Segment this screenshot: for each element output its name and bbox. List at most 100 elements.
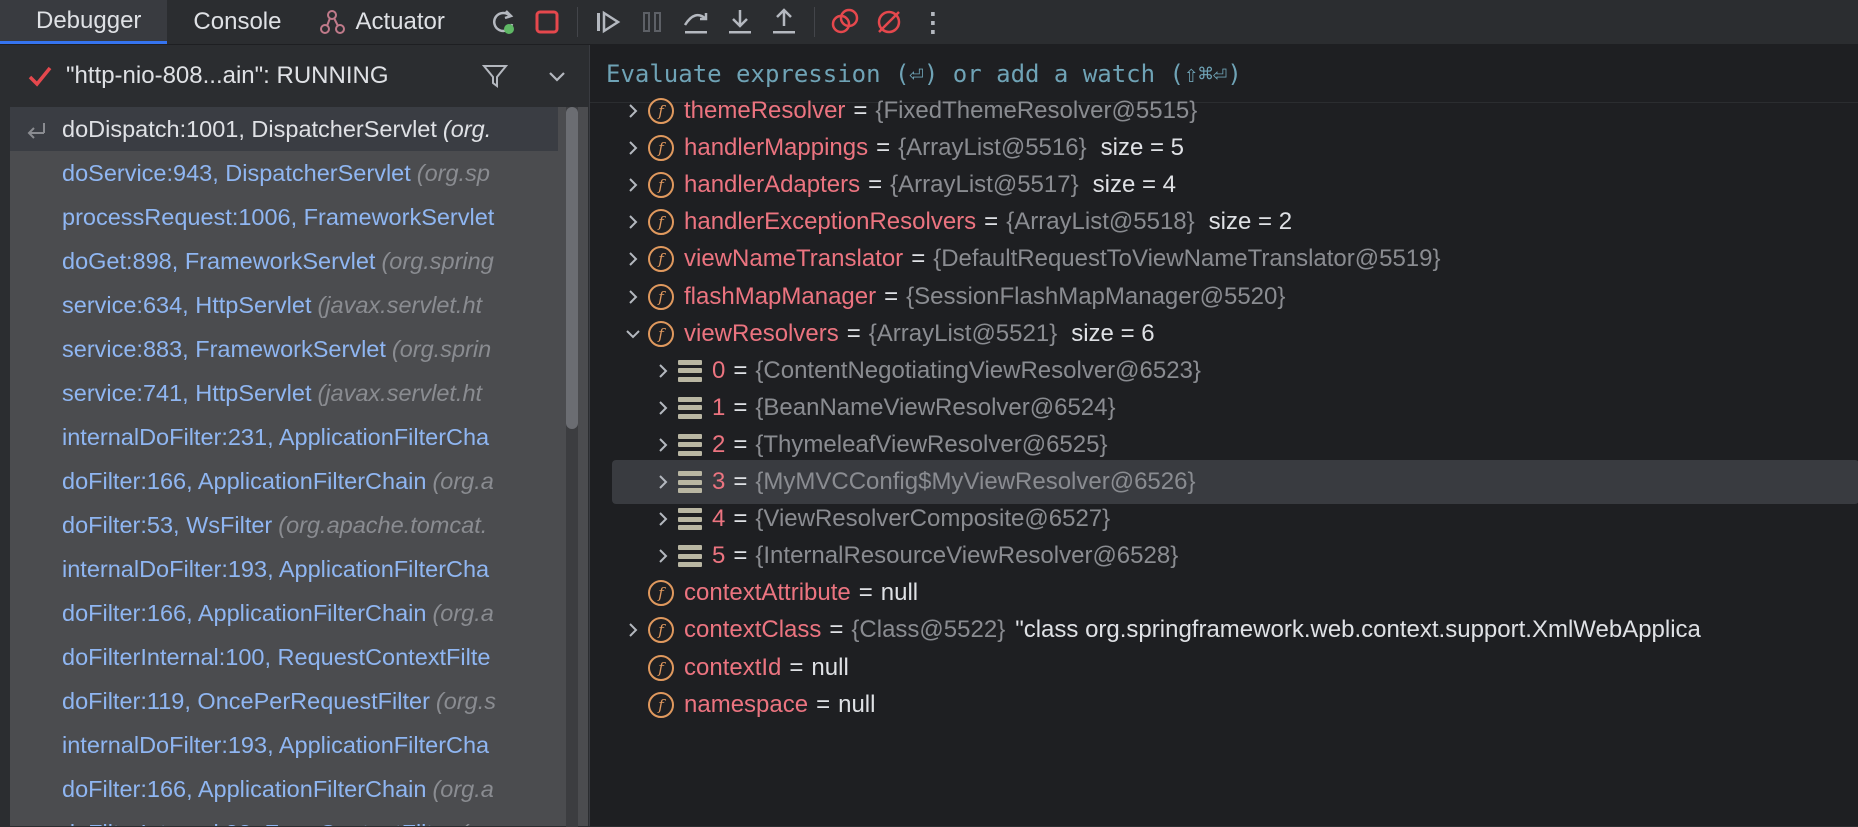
stack-frame[interactable]: processRequest:1006, FrameworkServlet bbox=[10, 195, 558, 239]
equals-sign: = bbox=[853, 97, 868, 124]
chevron-right-icon[interactable] bbox=[648, 510, 678, 528]
step-over-button[interactable] bbox=[674, 0, 718, 44]
variable-value-text: "class org.springframework.web.context.s… bbox=[1015, 616, 1701, 644]
chevron-right-icon[interactable] bbox=[648, 436, 678, 454]
pause-button[interactable] bbox=[630, 0, 674, 44]
array-element-icon bbox=[678, 359, 702, 382]
stack-frame[interactable]: doFilter:166, ApplicationFilterChain (org… bbox=[10, 459, 558, 503]
filter-icon[interactable] bbox=[480, 61, 510, 91]
step-into-button[interactable] bbox=[718, 0, 762, 44]
chevron-right-icon[interactable] bbox=[618, 102, 648, 120]
breakpoints-icon bbox=[831, 8, 859, 34]
field-icon: f bbox=[648, 135, 674, 162]
variable-value: {ViewResolverComposite@6527} bbox=[755, 505, 1111, 533]
tab-actuator[interactable]: Actuator bbox=[307, 0, 470, 44]
toolbar-separator bbox=[813, 7, 815, 37]
field-icon: f bbox=[648, 320, 674, 347]
variable-value: {DefaultRequestToViewNameTranslator@5519… bbox=[933, 245, 1441, 273]
chevron-right-icon[interactable] bbox=[648, 399, 678, 417]
frame-method: processRequest:1006, FrameworkServlet bbox=[62, 203, 495, 230]
stack-frame[interactable]: internalDoFilter:231, ApplicationFilterC… bbox=[10, 415, 558, 459]
variable-name: 2 bbox=[712, 430, 726, 458]
frame-class: (org. bbox=[442, 115, 492, 142]
view-breakpoints-button[interactable] bbox=[823, 0, 867, 44]
variable-row[interactable]: f namespace = null bbox=[590, 683, 1858, 727]
chevron-right-icon[interactable] bbox=[618, 213, 648, 231]
variable-name: themeResolver bbox=[684, 97, 846, 124]
chevron-right-icon[interactable] bbox=[648, 547, 678, 565]
stack-frame[interactable]: doFilter:166, ApplicationFilterChain (org… bbox=[10, 767, 558, 811]
frames-scrollbar[interactable] bbox=[566, 107, 578, 827]
stack-frame[interactable]: doService:943, DispatcherServlet (org.sp bbox=[10, 151, 558, 195]
frame-class: (javax.servlet.ht bbox=[317, 291, 483, 318]
equals-sign: = bbox=[733, 430, 748, 458]
frame-class: (org.apache.tomcat. bbox=[278, 511, 488, 538]
resume-button[interactable] bbox=[586, 0, 630, 44]
stack-frame[interactable]: doFilter:119, OncePerRequestFilter (org.s bbox=[10, 679, 558, 723]
tab-actuator-label: Actuator bbox=[355, 8, 445, 35]
stack-frame[interactable]: doFilter:166, ApplicationFilterChain (org… bbox=[10, 591, 558, 635]
variable-name: viewNameTranslator bbox=[684, 245, 904, 273]
equals-sign: = bbox=[846, 319, 861, 347]
stack-frame[interactable]: doFilter:53, WsFilter (org.apache.tomcat. bbox=[10, 503, 558, 547]
stack-frame[interactable]: doFilterInternal:88, FormContentFilter (o bbox=[10, 811, 558, 827]
variable-value-text: null bbox=[811, 653, 849, 681]
stop-button[interactable] bbox=[525, 0, 569, 44]
chevron-right-icon[interactable] bbox=[618, 139, 648, 157]
variable-value: {ArrayList@5518} bbox=[1006, 208, 1195, 236]
variable-name: contextAttribute bbox=[684, 579, 851, 607]
chevron-down-icon[interactable] bbox=[618, 325, 648, 343]
tab-console[interactable]: Console bbox=[167, 0, 307, 44]
stop-icon bbox=[535, 10, 559, 34]
stack-frame[interactable]: internalDoFilter:193, ApplicationFilterC… bbox=[10, 723, 558, 767]
field-icon: f bbox=[648, 246, 674, 273]
frame-class: (org.spring bbox=[381, 247, 494, 274]
equals-sign: = bbox=[876, 134, 891, 162]
chevron-down-icon[interactable] bbox=[546, 65, 568, 87]
frame-method: service:883, FrameworkServlet bbox=[62, 335, 386, 362]
stack-frame[interactable]: service:883, FrameworkServlet (org.sprin bbox=[10, 327, 558, 371]
equals-sign: = bbox=[858, 579, 873, 607]
chevron-right-icon[interactable] bbox=[618, 250, 648, 268]
chevron-right-icon[interactable] bbox=[618, 621, 648, 639]
scrollbar-thumb[interactable] bbox=[566, 107, 578, 429]
equals-sign: = bbox=[733, 542, 748, 570]
chevron-right-icon[interactable] bbox=[618, 176, 648, 194]
frame-method: doService:943, DispatcherServlet bbox=[62, 159, 411, 186]
variable-name: viewResolvers bbox=[684, 319, 839, 347]
more-icon: ⋮ bbox=[919, 6, 946, 37]
frame-method: doGet:898, FrameworkServlet bbox=[62, 247, 376, 274]
mute-breakpoints-button[interactable] bbox=[867, 0, 911, 44]
variable-value: {ContentNegotiatingViewResolver@6523} bbox=[755, 356, 1201, 384]
rerun-button[interactable] bbox=[481, 0, 525, 44]
chevron-right-icon[interactable] bbox=[618, 288, 648, 306]
chevron-right-icon[interactable] bbox=[648, 362, 678, 380]
variable-value: {ThymeleafViewResolver@6525} bbox=[755, 430, 1108, 458]
stack-frame[interactable]: doDispatch:1001, DispatcherServlet (org. bbox=[10, 107, 558, 151]
equals-sign: = bbox=[816, 690, 831, 718]
field-icon: f bbox=[648, 617, 674, 644]
step-out-button[interactable] bbox=[762, 0, 806, 44]
variable-name: handlerAdapters bbox=[684, 171, 861, 199]
variable-value-text: null bbox=[880, 579, 919, 607]
field-icon: f bbox=[648, 98, 674, 124]
return-arrow-icon bbox=[27, 123, 45, 139]
thread-name: "http-nio-808...ain": RUNNING bbox=[66, 62, 389, 89]
stack-frame[interactable]: service:741, HttpServlet (javax.servlet.h… bbox=[10, 371, 558, 415]
variable-value-text: null bbox=[838, 690, 876, 718]
stack-frame[interactable]: internalDoFilter:193, ApplicationFilterC… bbox=[10, 547, 558, 591]
more-button[interactable]: ⋮ bbox=[911, 0, 955, 44]
array-element-icon bbox=[678, 545, 702, 568]
thread-selector[interactable]: "http-nio-808...ain": RUNNING bbox=[10, 45, 588, 107]
stack-frame[interactable]: doFilterInternal:100, RequestContextFilt… bbox=[10, 635, 558, 679]
stack-frame[interactable]: service:634, HttpServlet (javax.servlet.h… bbox=[10, 283, 558, 327]
checkmark-icon bbox=[28, 66, 52, 87]
tab-debugger[interactable]: Debugger bbox=[0, 0, 168, 44]
stack-frame[interactable]: doGet:898, FrameworkServlet (org.spring bbox=[10, 239, 558, 283]
frame-method: doFilter:119, OncePerRequestFilter bbox=[62, 687, 430, 714]
frames-panel: "http-nio-808...ain": RUNNING doDispatch… bbox=[10, 45, 588, 827]
variable-name: 3 bbox=[712, 468, 726, 495]
frame-class: (o bbox=[460, 820, 481, 827]
field-icon: f bbox=[648, 580, 674, 607]
chevron-right-icon[interactable] bbox=[648, 473, 678, 491]
